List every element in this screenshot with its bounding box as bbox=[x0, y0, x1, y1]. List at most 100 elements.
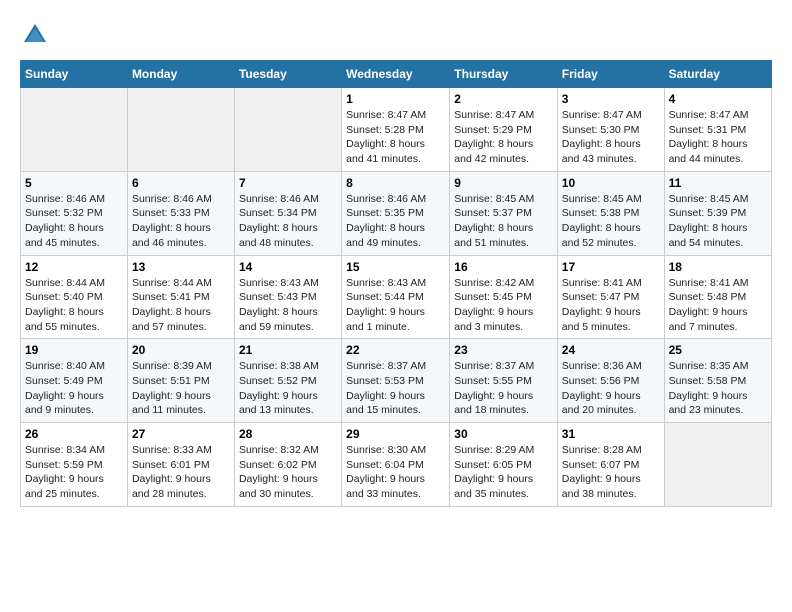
day-cell: 1 Sunrise: 8:47 AM Sunset: 5:28 PM Daylig… bbox=[342, 88, 450, 172]
week-row-2: 12 Sunrise: 8:44 AM Sunset: 5:40 PM Dayli… bbox=[21, 255, 772, 339]
day-number: 17 bbox=[562, 260, 660, 274]
day-content: Sunrise: 8:32 AM Sunset: 6:02 PM Dayligh… bbox=[239, 443, 337, 502]
day-number: 18 bbox=[669, 260, 767, 274]
day-content: Sunrise: 8:28 AM Sunset: 6:07 PM Dayligh… bbox=[562, 443, 660, 502]
day-number: 9 bbox=[454, 176, 553, 190]
day-content: Sunrise: 8:45 AM Sunset: 5:38 PM Dayligh… bbox=[562, 192, 660, 251]
day-cell: 28 Sunrise: 8:32 AM Sunset: 6:02 PM Dayli… bbox=[234, 423, 341, 507]
day-number: 16 bbox=[454, 260, 553, 274]
day-cell: 31 Sunrise: 8:28 AM Sunset: 6:07 PM Dayli… bbox=[557, 423, 664, 507]
day-content: Sunrise: 8:36 AM Sunset: 5:56 PM Dayligh… bbox=[562, 359, 660, 418]
day-content: Sunrise: 8:43 AM Sunset: 5:43 PM Dayligh… bbox=[239, 276, 337, 335]
week-row-0: 1 Sunrise: 8:47 AM Sunset: 5:28 PM Daylig… bbox=[21, 88, 772, 172]
day-cell: 6 Sunrise: 8:46 AM Sunset: 5:33 PM Daylig… bbox=[127, 171, 234, 255]
week-row-4: 26 Sunrise: 8:34 AM Sunset: 5:59 PM Dayli… bbox=[21, 423, 772, 507]
day-cell: 4Sunrise: 8:47 AM Sunset: 5:31 PM Daylig… bbox=[664, 88, 771, 172]
day-number: 10 bbox=[562, 176, 660, 190]
day-content: Sunrise: 8:29 AM Sunset: 6:05 PM Dayligh… bbox=[454, 443, 553, 502]
day-cell: 7 Sunrise: 8:46 AM Sunset: 5:34 PM Daylig… bbox=[234, 171, 341, 255]
day-number: 23 bbox=[454, 343, 553, 357]
day-cell: 18 Sunrise: 8:41 AM Sunset: 5:48 PM Dayli… bbox=[664, 255, 771, 339]
day-number: 24 bbox=[562, 343, 660, 357]
day-content: Sunrise: 8:47 AM Sunset: 5:30 PM Dayligh… bbox=[562, 108, 660, 167]
calendar-body: 1 Sunrise: 8:47 AM Sunset: 5:28 PM Daylig… bbox=[21, 88, 772, 507]
day-number: 1 bbox=[346, 92, 445, 106]
day-content: Sunrise: 8:34 AM Sunset: 5:59 PM Dayligh… bbox=[25, 443, 123, 502]
header-sunday: Sunday bbox=[21, 61, 128, 88]
header-friday: Friday bbox=[557, 61, 664, 88]
day-content: Sunrise: 8:37 AM Sunset: 5:53 PM Dayligh… bbox=[346, 359, 445, 418]
day-cell: 25 Sunrise: 8:35 AM Sunset: 5:58 PM Dayli… bbox=[664, 339, 771, 423]
day-content: Sunrise: 8:41 AM Sunset: 5:48 PM Dayligh… bbox=[669, 276, 767, 335]
day-cell: 15 Sunrise: 8:43 AM Sunset: 5:44 PM Dayli… bbox=[342, 255, 450, 339]
day-number: 6 bbox=[132, 176, 230, 190]
day-content: Sunrise: 8:46 AM Sunset: 5:33 PM Dayligh… bbox=[132, 192, 230, 251]
day-cell: 9Sunrise: 8:45 AM Sunset: 5:37 PM Daylig… bbox=[450, 171, 558, 255]
header-tuesday: Tuesday bbox=[234, 61, 341, 88]
day-number: 15 bbox=[346, 260, 445, 274]
day-cell: 20 Sunrise: 8:39 AM Sunset: 5:51 PM Dayli… bbox=[127, 339, 234, 423]
day-content: Sunrise: 8:35 AM Sunset: 5:58 PM Dayligh… bbox=[669, 359, 767, 418]
day-number: 22 bbox=[346, 343, 445, 357]
day-content: Sunrise: 8:30 AM Sunset: 6:04 PM Dayligh… bbox=[346, 443, 445, 502]
calendar-header: SundayMondayTuesdayWednesdayThursdayFrid… bbox=[21, 61, 772, 88]
day-content: Sunrise: 8:39 AM Sunset: 5:51 PM Dayligh… bbox=[132, 359, 230, 418]
day-cell: 26 Sunrise: 8:34 AM Sunset: 5:59 PM Dayli… bbox=[21, 423, 128, 507]
day-cell: 14 Sunrise: 8:43 AM Sunset: 5:43 PM Dayli… bbox=[234, 255, 341, 339]
day-number: 7 bbox=[239, 176, 337, 190]
day-content: Sunrise: 8:44 AM Sunset: 5:40 PM Dayligh… bbox=[25, 276, 123, 335]
day-cell: 2 Sunrise: 8:47 AM Sunset: 5:29 PM Daylig… bbox=[450, 88, 558, 172]
day-cell bbox=[664, 423, 771, 507]
day-content: Sunrise: 8:44 AM Sunset: 5:41 PM Dayligh… bbox=[132, 276, 230, 335]
day-number: 19 bbox=[25, 343, 123, 357]
day-content: Sunrise: 8:37 AM Sunset: 5:55 PM Dayligh… bbox=[454, 359, 553, 418]
day-number: 11 bbox=[669, 176, 767, 190]
day-number: 29 bbox=[346, 427, 445, 441]
header-monday: Monday bbox=[127, 61, 234, 88]
day-content: Sunrise: 8:47 AM Sunset: 5:28 PM Dayligh… bbox=[346, 108, 445, 167]
day-content: Sunrise: 8:46 AM Sunset: 5:32 PM Dayligh… bbox=[25, 192, 123, 251]
day-cell: 24 Sunrise: 8:36 AM Sunset: 5:56 PM Dayli… bbox=[557, 339, 664, 423]
logo bbox=[20, 20, 54, 50]
day-cell: 22 Sunrise: 8:37 AM Sunset: 5:53 PM Dayli… bbox=[342, 339, 450, 423]
day-content: Sunrise: 8:41 AM Sunset: 5:47 PM Dayligh… bbox=[562, 276, 660, 335]
week-row-1: 5 Sunrise: 8:46 AM Sunset: 5:32 PM Daylig… bbox=[21, 171, 772, 255]
day-cell: 12 Sunrise: 8:44 AM Sunset: 5:40 PM Dayli… bbox=[21, 255, 128, 339]
day-cell: 8Sunrise: 8:46 AM Sunset: 5:35 PM Daylig… bbox=[342, 171, 450, 255]
day-cell: 29 Sunrise: 8:30 AM Sunset: 6:04 PM Dayli… bbox=[342, 423, 450, 507]
day-number: 5 bbox=[25, 176, 123, 190]
day-cell: 13 Sunrise: 8:44 AM Sunset: 5:41 PM Dayli… bbox=[127, 255, 234, 339]
day-cell: 21Sunrise: 8:38 AM Sunset: 5:52 PM Dayli… bbox=[234, 339, 341, 423]
day-cell: 16 Sunrise: 8:42 AM Sunset: 5:45 PM Dayli… bbox=[450, 255, 558, 339]
day-number: 27 bbox=[132, 427, 230, 441]
day-cell: 5 Sunrise: 8:46 AM Sunset: 5:32 PM Daylig… bbox=[21, 171, 128, 255]
day-cell: 19 Sunrise: 8:40 AM Sunset: 5:49 PM Dayli… bbox=[21, 339, 128, 423]
day-number: 26 bbox=[25, 427, 123, 441]
week-row-3: 19 Sunrise: 8:40 AM Sunset: 5:49 PM Dayli… bbox=[21, 339, 772, 423]
header-row: SundayMondayTuesdayWednesdayThursdayFrid… bbox=[21, 61, 772, 88]
day-content: Sunrise: 8:38 AM Sunset: 5:52 PM Dayligh… bbox=[239, 359, 337, 418]
day-number: 2 bbox=[454, 92, 553, 106]
calendar: SundayMondayTuesdayWednesdayThursdayFrid… bbox=[20, 60, 772, 507]
logo-icon bbox=[20, 20, 50, 50]
day-number: 13 bbox=[132, 260, 230, 274]
day-number: 8 bbox=[346, 176, 445, 190]
day-content: Sunrise: 8:46 AM Sunset: 5:34 PM Dayligh… bbox=[239, 192, 337, 251]
day-cell: 3Sunrise: 8:47 AM Sunset: 5:30 PM Daylig… bbox=[557, 88, 664, 172]
day-content: Sunrise: 8:40 AM Sunset: 5:49 PM Dayligh… bbox=[25, 359, 123, 418]
day-cell: 11 Sunrise: 8:45 AM Sunset: 5:39 PM Dayli… bbox=[664, 171, 771, 255]
header-wednesday: Wednesday bbox=[342, 61, 450, 88]
day-content: Sunrise: 8:47 AM Sunset: 5:29 PM Dayligh… bbox=[454, 108, 553, 167]
day-number: 28 bbox=[239, 427, 337, 441]
day-content: Sunrise: 8:43 AM Sunset: 5:44 PM Dayligh… bbox=[346, 276, 445, 335]
day-number: 31 bbox=[562, 427, 660, 441]
day-content: Sunrise: 8:33 AM Sunset: 6:01 PM Dayligh… bbox=[132, 443, 230, 502]
day-content: Sunrise: 8:45 AM Sunset: 5:39 PM Dayligh… bbox=[669, 192, 767, 251]
day-number: 20 bbox=[132, 343, 230, 357]
day-number: 12 bbox=[25, 260, 123, 274]
day-number: 14 bbox=[239, 260, 337, 274]
day-number: 25 bbox=[669, 343, 767, 357]
day-cell: 17 Sunrise: 8:41 AM Sunset: 5:47 PM Dayli… bbox=[557, 255, 664, 339]
day-cell: 27 Sunrise: 8:33 AM Sunset: 6:01 PM Dayli… bbox=[127, 423, 234, 507]
day-content: Sunrise: 8:42 AM Sunset: 5:45 PM Dayligh… bbox=[454, 276, 553, 335]
